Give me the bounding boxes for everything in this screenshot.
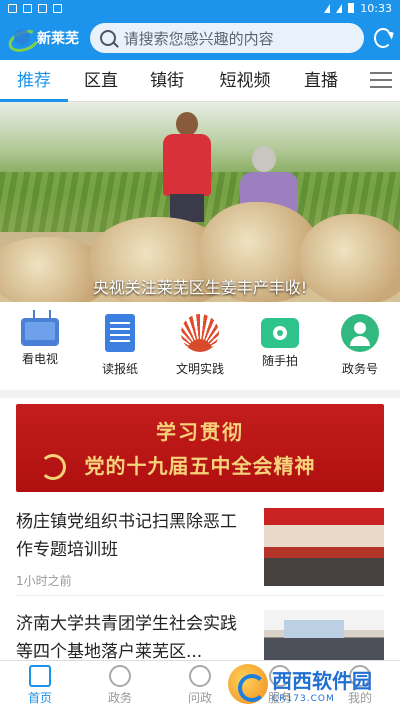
camera-icon [261,318,299,348]
inquiry-icon [189,665,211,687]
news-thumbnail [264,610,384,660]
image-icon [23,3,32,13]
watermark-subtext: CR173.COM [272,693,335,704]
quick-link-civilization[interactable]: 文明实践 [165,314,235,390]
battery-icon [348,3,355,13]
signal-icon [336,3,343,13]
tab-district[interactable]: 区直 [68,60,134,102]
news-item[interactable]: 杨庄镇党组织书记扫黑除恶工作专题培训班 1小时之前 [16,508,384,596]
gov-account-icon [341,314,379,352]
status-time: 10:33 [360,1,392,15]
nav-label: 问政 [187,691,212,705]
quick-link-tv[interactable]: 看电视 [5,314,75,390]
promo-title: 学习贯彻 [156,420,244,444]
tv-icon [21,318,59,346]
newspaper-icon [105,314,135,352]
search-icon [99,30,116,46]
civilization-icon [181,314,219,352]
watermark-text: 西西软件园 [272,668,372,693]
tab-towns[interactable]: 镇街 [134,60,200,102]
news-item[interactable]: 济南大学共青团学生社会实践等四个基地落户莱芜区... [16,610,384,662]
quick-link-label: 随手拍 [261,354,298,368]
search-input[interactable]: 请搜索您感兴趣的内容 [89,23,364,53]
category-tabs: 推荐 区直 镇街 短视频 直播 [0,60,400,102]
nav-label: 首页 [27,691,52,705]
app-name: 新莱芜 [37,31,79,47]
promo-banner[interactable]: 学习贯彻 党的十九届五中全会精神 [16,404,384,492]
nav-government[interactable]: 政务 [80,661,160,710]
nav-home[interactable]: 首页 [0,661,80,710]
quick-link-label: 看电视 [21,352,58,366]
government-icon [109,665,131,687]
promo-subtitle: 党的十九届五中全会精神 [84,454,316,478]
image-icon [38,3,47,13]
quick-link-newspaper[interactable]: 读报纸 [85,314,155,390]
banner-caption: 央视关注莱芜区生姜丰产丰收! [92,278,308,297]
refresh-icon[interactable] [373,28,392,48]
tab-short-video[interactable]: 短视频 [200,60,290,102]
notification-icons [8,3,62,13]
quick-link-label: 文明实践 [175,362,224,376]
app-header: 新莱芜 请搜索您感兴趣的内容 [0,16,400,60]
watermark-logo-icon [228,664,268,704]
watermark: 西西软件园 CR173.COM [228,662,388,706]
tab-recommend[interactable]: 推荐 [0,60,68,102]
download-icon [8,3,17,13]
quick-link-label: 政务号 [341,362,378,376]
quick-link-gov-account[interactable]: 政务号 [325,314,395,390]
wifi-icon [324,3,331,13]
search-placeholder: 请搜索您感兴趣的内容 [123,29,274,48]
home-icon [29,665,51,687]
logo-icon [8,27,34,49]
menu-icon[interactable] [370,72,392,88]
tab-live[interactable]: 直播 [290,60,352,102]
nav-label: 政务 [107,691,132,705]
image-icon [53,3,62,13]
quick-link-label: 读报纸 [101,362,138,376]
quick-links: 看电视 读报纸 文明实践 随手拍 政务号 [0,302,400,390]
banner-carousel[interactable]: 央视关注莱芜区生姜丰产丰收! [0,102,400,302]
news-title: 杨庄镇党组织书记扫黑除恶工作专题培训班 [16,512,237,560]
app-logo: 新莱芜 [8,27,80,49]
news-time: 1小时之前 [16,574,72,588]
status-bar: 10:33 [0,0,400,16]
banner-farmer [158,112,218,222]
quick-link-snapshot[interactable]: 随手拍 [245,314,315,390]
news-feed: 学习贯彻 党的十九届五中全会精神 杨庄镇党组织书记扫黑除恶工作专题培训班 1小时… [0,398,400,662]
news-thumbnail [264,508,384,586]
news-title: 济南大学共青团学生社会实践等四个基地落户莱芜区... [16,614,237,662]
